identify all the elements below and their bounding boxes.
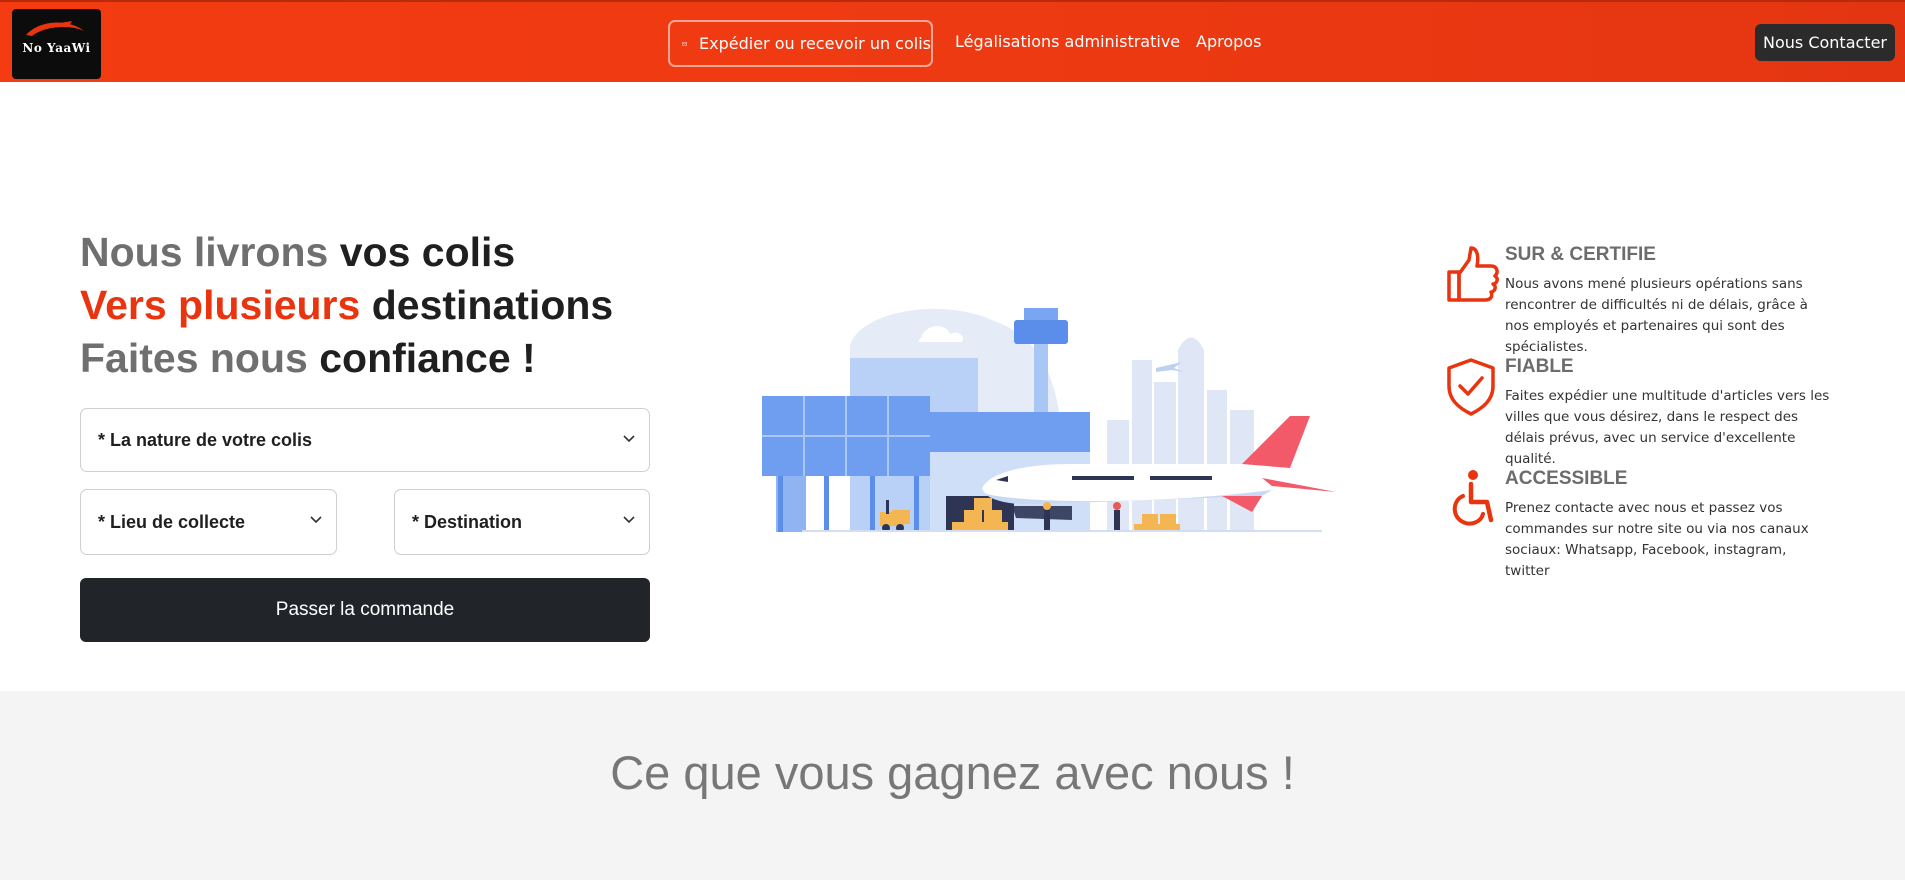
thumbs-up-icon bbox=[1447, 246, 1499, 302]
nav-link-legalisations[interactable]: Légalisations administrative bbox=[955, 32, 1180, 51]
hero-line-3: Faites nous confiance ! bbox=[80, 332, 613, 385]
hero-line-2-a: Vers plusieurs bbox=[80, 282, 361, 328]
wheelchair-icon bbox=[1452, 470, 1494, 526]
shield-check-icon bbox=[1447, 358, 1495, 416]
benefits-section: Ce que vous gagnez avec nous ! bbox=[0, 691, 1905, 880]
lieu-collecte-select[interactable]: * Lieu de collecte bbox=[80, 489, 337, 555]
lieu-collecte-label: * Lieu de collecte bbox=[98, 511, 246, 532]
feature-title: ACCESSIBLE bbox=[1505, 468, 1628, 489]
benefits-title: Ce que vous gagnez avec nous ! bbox=[610, 746, 1295, 799]
hero-line-3-a: Faites nous bbox=[80, 335, 308, 381]
navbar: No YaaWi Expédier ou recevoir un colis L… bbox=[0, 0, 1905, 82]
hero-line-2: Vers plusieurs destinations bbox=[80, 279, 613, 332]
nav-link-apropos[interactable]: Apropos bbox=[1196, 32, 1261, 51]
chevron-down-icon bbox=[623, 516, 635, 524]
airport-illustration bbox=[762, 308, 1336, 532]
nav-link-expedier[interactable]: Expédier ou recevoir un colis bbox=[668, 20, 933, 67]
feature-description: Prenez contacte avec nous et passez vos … bbox=[1505, 500, 1809, 579]
chevron-down-icon bbox=[310, 516, 322, 524]
destination-select[interactable]: * Destination bbox=[394, 489, 650, 555]
feature-description: Nous avons mené plusieurs opérations san… bbox=[1505, 276, 1808, 355]
chevron-down-icon bbox=[623, 435, 635, 443]
hero-line-1-a: Nous livrons bbox=[80, 229, 329, 275]
hero-line-1: Nous livrons vos colis bbox=[80, 226, 613, 279]
feature-title: SUR & CERTIFIE bbox=[1505, 244, 1656, 265]
nav-link-label: Expédier ou recevoir un colis bbox=[699, 34, 931, 53]
hero-line-2-b: destinations bbox=[371, 282, 614, 328]
contact-button[interactable]: Nous Contacter bbox=[1755, 24, 1895, 61]
feature-title: FIABLE bbox=[1505, 356, 1574, 377]
brand-logo[interactable]: No YaaWi bbox=[12, 9, 101, 79]
hero-line-3-b: confiance ! bbox=[319, 335, 536, 381]
order-button[interactable]: Passer la commande bbox=[80, 578, 650, 642]
feature-description: Faites expédier une multitude d'articles… bbox=[1505, 388, 1830, 467]
hero-line-1-b: vos colis bbox=[339, 229, 516, 275]
hero-title: Nous livrons vos colis Vers plusieurs de… bbox=[80, 226, 613, 385]
logo-text: No YaaWi bbox=[22, 41, 91, 55]
destination-label: * Destination bbox=[412, 511, 523, 532]
nature-select-label: * La nature de votre colis bbox=[98, 429, 313, 450]
nature-select[interactable]: * La nature de votre colis bbox=[80, 408, 650, 472]
mail-icon bbox=[682, 41, 687, 46]
